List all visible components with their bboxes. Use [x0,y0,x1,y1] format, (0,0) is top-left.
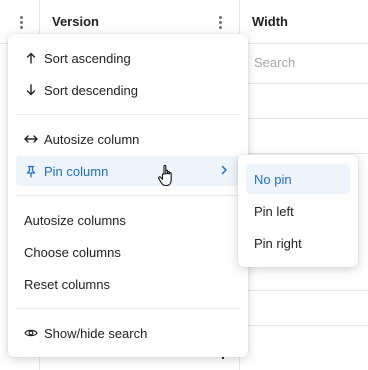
menu-item-sort-descending[interactable]: Sort descending [16,75,240,105]
menu-item-label: Sort ascending [44,50,131,66]
menu-item-pin-column[interactable]: Pin column [16,156,240,186]
column-header-width[interactable]: Width [252,14,288,29]
menu-item-label: Reset columns [24,276,110,292]
column-menu-icon[interactable] [215,13,225,31]
menu-item-autosize-column[interactable]: Autosize column [16,124,240,154]
menu-item-label: Choose columns [24,244,121,260]
row-divider [240,118,368,119]
width-search-input[interactable] [254,55,362,70]
submenu-item-label: No pin [254,171,292,187]
submenu-item-label: Pin left [254,203,294,219]
menu-item-label: Autosize column [44,131,140,147]
menu-divider [16,114,240,115]
row-divider [240,325,368,326]
menu-divider [16,195,240,196]
pin-icon [24,165,38,178]
submenu-item-pin-left[interactable]: Pin left [246,196,350,226]
pin-submenu: No pin Pin left Pin right [238,155,358,267]
submenu-item-pin-right[interactable]: Pin right [246,228,350,258]
arrow-up-icon [24,52,38,64]
menu-item-show-hide-search[interactable]: Show/hide search [16,318,240,348]
submenu-item-label: Pin right [254,235,302,251]
row-divider [240,290,368,291]
chevron-right-icon [221,165,227,175]
hand-cursor-icon [158,164,172,187]
menu-item-sort-ascending[interactable]: Sort ascending [16,43,240,73]
menu-item-reset-columns[interactable]: Reset columns [16,269,240,299]
column-menu-icon[interactable] [16,13,26,31]
menu-item-choose-columns[interactable]: Choose columns [16,237,240,267]
menu-item-label: Sort descending [44,82,138,98]
column-header-version[interactable]: Version [52,14,99,29]
menu-item-label: Show/hide search [44,325,148,341]
column-search-cell [240,43,368,84]
menu-item-label: Autosize columns [24,212,126,228]
row-divider [240,153,368,154]
menu-item-label: Pin column [44,163,109,179]
menu-divider [16,308,240,309]
column-context-menu: Sort ascending Sort descending Autosize … [8,34,248,357]
eye-icon [24,328,38,338]
horizontal-resize-icon [24,134,38,144]
menu-item-autosize-columns[interactable]: Autosize columns [16,205,240,235]
submenu-item-no-pin[interactable]: No pin [246,164,350,194]
arrow-down-icon [24,84,38,96]
